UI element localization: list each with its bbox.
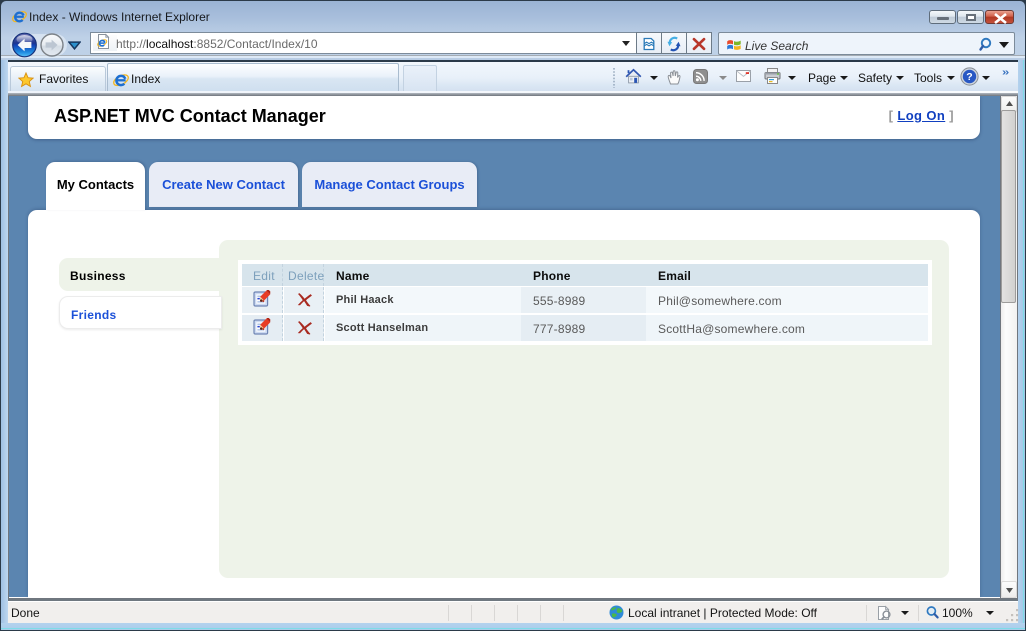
svg-text:?: ? bbox=[966, 71, 972, 83]
